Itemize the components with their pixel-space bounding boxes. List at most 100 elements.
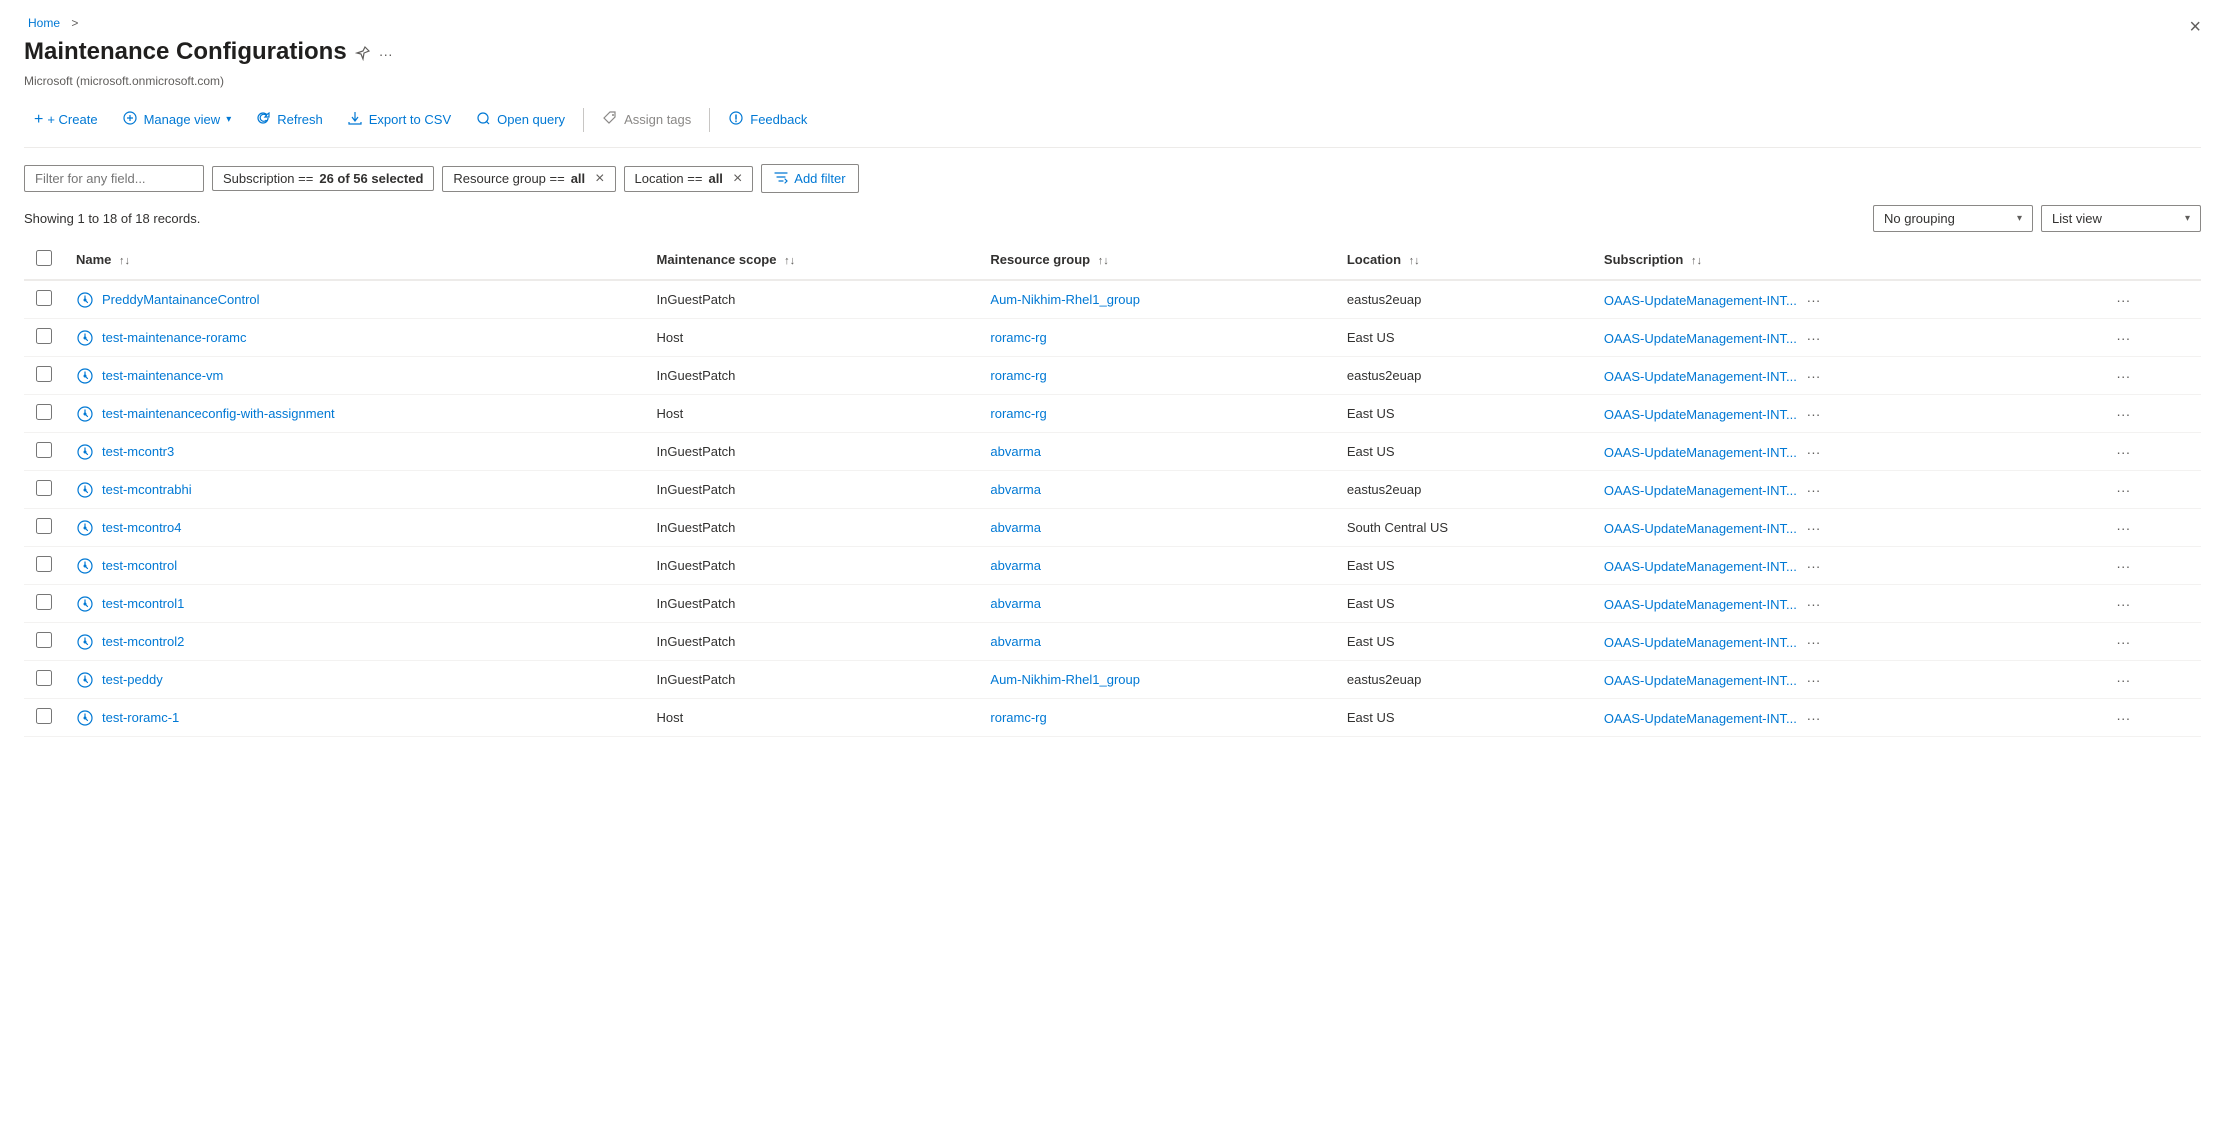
location-column-header[interactable]: Location ↑↓	[1335, 240, 1592, 280]
row-checkbox-cell[interactable]	[24, 433, 64, 471]
name-link[interactable]: test-peddy	[102, 672, 163, 687]
row-checkbox[interactable]	[36, 708, 52, 724]
manage-view-button[interactable]: Manage view ▾	[112, 104, 242, 135]
grouping-select[interactable]: No grouping ▾	[1873, 205, 2033, 232]
row-more-icon[interactable]: ···	[2110, 366, 2136, 386]
refresh-button[interactable]: Refresh	[245, 104, 333, 135]
row-more-icon[interactable]: ···	[2110, 328, 2136, 348]
subscription-more-icon[interactable]: ···	[1800, 556, 1826, 576]
subscription-link[interactable]: OAAS-UpdateManagement-INT...	[1604, 711, 1797, 726]
row-checkbox[interactable]	[36, 404, 52, 420]
rg-link[interactable]: roramc-rg	[990, 406, 1046, 421]
select-all-header[interactable]	[24, 240, 64, 280]
more-options-icon[interactable]: ···	[379, 46, 393, 62]
row-more-icon[interactable]: ···	[2110, 708, 2136, 728]
add-filter-button[interactable]: Add filter	[761, 164, 858, 193]
subscription-link[interactable]: OAAS-UpdateManagement-INT...	[1604, 673, 1797, 688]
subscription-more-icon[interactable]: ···	[1800, 290, 1826, 310]
subscription-link[interactable]: OAAS-UpdateManagement-INT...	[1604, 407, 1797, 422]
name-column-header[interactable]: Name ↑↓	[64, 240, 645, 280]
rg-link[interactable]: roramc-rg	[990, 330, 1046, 345]
feedback-button[interactable]: Feedback	[718, 104, 817, 135]
subscription-link[interactable]: OAAS-UpdateManagement-INT...	[1604, 597, 1797, 612]
search-input[interactable]	[24, 165, 204, 192]
row-checkbox-cell[interactable]	[24, 319, 64, 357]
scope-column-header[interactable]: Maintenance scope ↑↓	[645, 240, 979, 280]
row-more-icon[interactable]: ···	[2110, 518, 2136, 538]
rg-link[interactable]: abvarma	[990, 634, 1041, 649]
name-link[interactable]: PreddyMantainanceControl	[102, 292, 260, 307]
row-more-icon[interactable]: ···	[2110, 290, 2136, 310]
row-checkbox[interactable]	[36, 442, 52, 458]
row-checkbox-cell[interactable]	[24, 357, 64, 395]
close-button[interactable]: ×	[2189, 16, 2201, 39]
rg-link[interactable]: abvarma	[990, 520, 1041, 535]
rg-link[interactable]: abvarma	[990, 596, 1041, 611]
subscription-more-icon[interactable]: ···	[1800, 594, 1826, 614]
row-checkbox-cell[interactable]	[24, 509, 64, 547]
row-more-icon[interactable]: ···	[2110, 594, 2136, 614]
row-more-icon[interactable]: ···	[2110, 404, 2136, 424]
subscription-more-icon[interactable]: ···	[1800, 366, 1826, 386]
name-link[interactable]: test-mcontrol1	[102, 596, 184, 611]
subscription-more-icon[interactable]: ···	[1800, 670, 1826, 690]
subscription-more-icon[interactable]: ···	[1800, 480, 1826, 500]
row-more-icon[interactable]: ···	[2110, 480, 2136, 500]
select-all-checkbox[interactable]	[36, 250, 52, 266]
rg-link[interactable]: Aum-Nikhim-Rhel1_group	[990, 672, 1140, 687]
row-checkbox[interactable]	[36, 366, 52, 382]
subscription-link[interactable]: OAAS-UpdateManagement-INT...	[1604, 521, 1797, 536]
location-filter[interactable]: Location == all ×	[624, 166, 754, 192]
row-checkbox[interactable]	[36, 632, 52, 648]
row-checkbox-cell[interactable]	[24, 623, 64, 661]
row-checkbox-cell[interactable]	[24, 395, 64, 433]
subscription-more-icon[interactable]: ···	[1800, 632, 1826, 652]
row-checkbox[interactable]	[36, 518, 52, 534]
create-button[interactable]: + + Create	[24, 105, 108, 135]
rg-link[interactable]: abvarma	[990, 444, 1041, 459]
name-link[interactable]: test-mcontrol	[102, 558, 177, 573]
rg-link[interactable]: abvarma	[990, 482, 1041, 497]
row-checkbox[interactable]	[36, 556, 52, 572]
row-checkbox[interactable]	[36, 594, 52, 610]
row-checkbox[interactable]	[36, 328, 52, 344]
row-checkbox-cell[interactable]	[24, 471, 64, 509]
name-link[interactable]: test-mcontrabhi	[102, 482, 192, 497]
row-checkbox-cell[interactable]	[24, 699, 64, 737]
row-more-icon[interactable]: ···	[2110, 670, 2136, 690]
name-link[interactable]: test-roramc-1	[102, 710, 179, 725]
subscription-more-icon[interactable]: ···	[1800, 518, 1826, 538]
name-link[interactable]: test-maintenance-roramc	[102, 330, 247, 345]
subscription-more-icon[interactable]: ···	[1800, 328, 1826, 348]
name-link[interactable]: test-mcontr3	[102, 444, 174, 459]
subscription-link[interactable]: OAAS-UpdateManagement-INT...	[1604, 331, 1797, 346]
view-type-select[interactable]: List view ▾	[2041, 205, 2201, 232]
pin-icon[interactable]	[355, 45, 371, 64]
rg-link[interactable]: roramc-rg	[990, 710, 1046, 725]
subscription-link[interactable]: OAAS-UpdateManagement-INT...	[1604, 483, 1797, 498]
name-link[interactable]: test-mcontrol2	[102, 634, 184, 649]
row-checkbox[interactable]	[36, 480, 52, 496]
assign-tags-button[interactable]: Assign tags	[592, 104, 701, 135]
rg-link[interactable]: Aum-Nikhim-Rhel1_group	[990, 292, 1140, 307]
subscription-link[interactable]: OAAS-UpdateManagement-INT...	[1604, 369, 1797, 384]
subscription-column-header[interactable]: Subscription ↑↓	[1592, 240, 2098, 280]
row-more-icon[interactable]: ···	[2110, 442, 2136, 462]
subscription-more-icon[interactable]: ···	[1800, 442, 1826, 462]
resource-group-filter[interactable]: Resource group == all ×	[442, 166, 615, 192]
resource-group-filter-close-icon[interactable]: ×	[595, 171, 604, 187]
rg-link[interactable]: abvarma	[990, 558, 1041, 573]
subscription-more-icon[interactable]: ···	[1800, 708, 1826, 728]
row-checkbox[interactable]	[36, 290, 52, 306]
subscription-link[interactable]: OAAS-UpdateManagement-INT...	[1604, 635, 1797, 650]
subscription-link[interactable]: OAAS-UpdateManagement-INT...	[1604, 445, 1797, 460]
name-link[interactable]: test-maintenanceconfig-with-assignment	[102, 406, 335, 421]
rg-column-header[interactable]: Resource group ↑↓	[978, 240, 1334, 280]
subscription-more-icon[interactable]: ···	[1800, 404, 1826, 424]
export-csv-button[interactable]: Export to CSV	[337, 104, 461, 135]
subscription-link[interactable]: OAAS-UpdateManagement-INT...	[1604, 293, 1797, 308]
breadcrumb-home[interactable]: Home	[28, 16, 60, 30]
rg-link[interactable]: roramc-rg	[990, 368, 1046, 383]
location-filter-close-icon[interactable]: ×	[733, 171, 742, 187]
subscription-link[interactable]: OAAS-UpdateManagement-INT...	[1604, 559, 1797, 574]
